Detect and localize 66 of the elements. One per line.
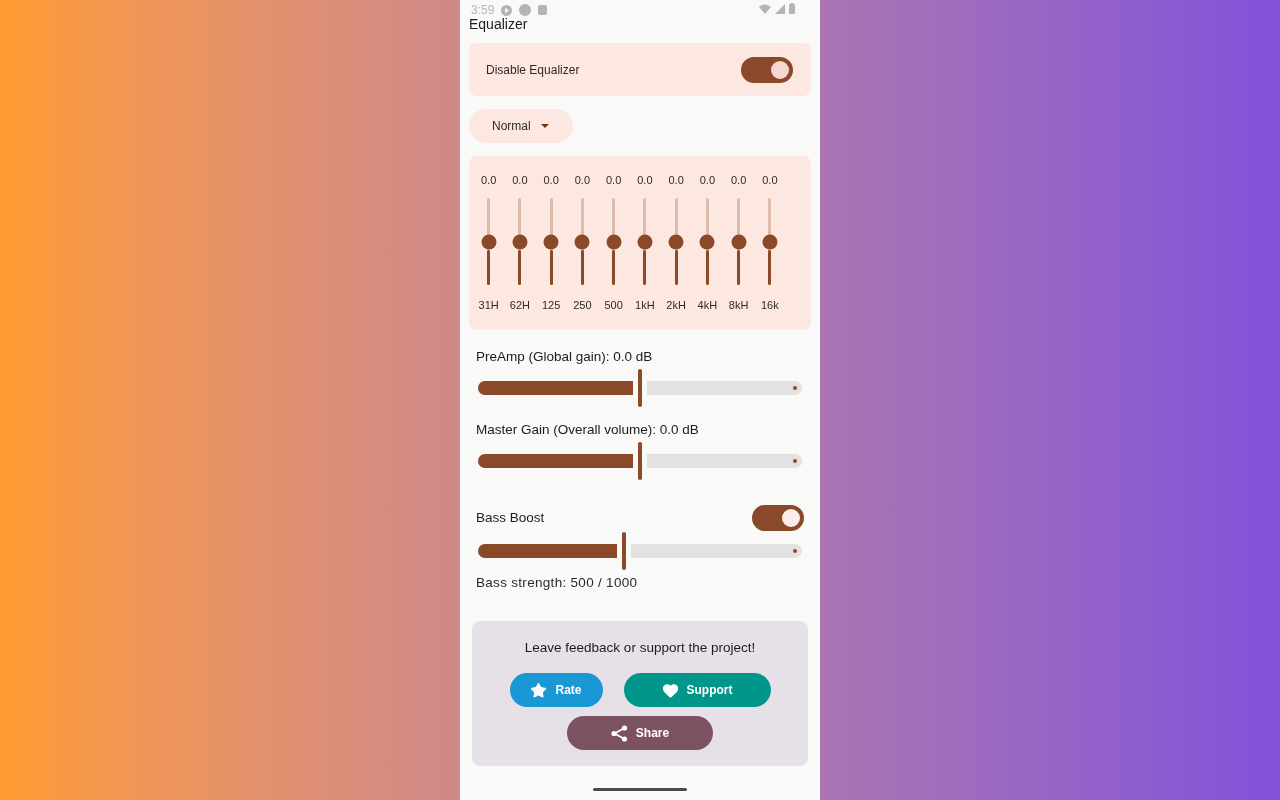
setting-label: Disable Equalizer — [486, 62, 580, 77]
dot-icon — [519, 4, 532, 16]
band-frequency-label: 62H — [509, 299, 530, 312]
band-frequency-label: 16k — [761, 299, 779, 312]
band-frequency-label: 1kH — [635, 299, 655, 312]
band-frequency-label: 2kH — [666, 299, 686, 312]
slider-thumb[interactable] — [637, 234, 653, 249]
slider-fill — [674, 249, 678, 285]
band-gain-value: 0.0 — [699, 174, 715, 187]
feedback-message: Leave feedback or support the project! — [524, 640, 756, 656]
slider-fill — [487, 249, 491, 285]
slider-fill — [705, 249, 709, 285]
slider-thumb[interactable] — [731, 234, 747, 249]
notification-icon — [538, 5, 548, 15]
band-gain-value: 0.0 — [605, 174, 622, 187]
toggle-switch[interactable] — [741, 56, 793, 83]
band-frequency-label: 250 — [573, 299, 592, 312]
slider-thumb[interactable] — [699, 234, 715, 249]
slider-fill — [612, 249, 616, 285]
band-gain-value: 0.0 — [574, 174, 590, 187]
band-gain-value: 0.0 — [762, 174, 778, 187]
band-gain-value: 0.0 — [480, 174, 497, 187]
preset-dropdown[interactable]: Normal — [469, 109, 573, 143]
master-gain-label: Master Gain (Overall volume): 0.0 dB — [476, 422, 700, 438]
switch-thumb — [782, 509, 800, 527]
slider-fill — [518, 249, 522, 285]
band-frequency-label: 4kH — [697, 299, 718, 312]
switch-thumb — [771, 60, 789, 79]
band-gain-value: 0.0 — [512, 174, 528, 187]
slider-fill — [643, 249, 647, 285]
play-circle-icon — [501, 4, 513, 16]
share-button[interactable]: Share — [567, 716, 713, 750]
slider-thumb[interactable] — [762, 234, 778, 249]
slider-fill — [737, 249, 741, 285]
band-frequency-label: 500 — [604, 299, 623, 312]
slider-fill — [768, 249, 772, 285]
rate-button[interactable]: Rate — [509, 673, 603, 707]
status-time: 3:59 — [471, 3, 495, 17]
caret-icon — [540, 124, 549, 128]
star-icon — [530, 681, 548, 699]
heart-icon — [661, 681, 679, 699]
bass-strength-reading: Bass strength: 500 / 1000 — [476, 575, 639, 591]
share-icon — [610, 724, 628, 742]
preamp-label: PreAmp (Global gain): 0.0 dB — [476, 349, 654, 365]
slider-thumb[interactable] — [512, 234, 528, 249]
slider-thumb[interactable] — [574, 234, 590, 249]
band-gain-value: 0.0 — [668, 174, 684, 187]
bass-boost-label: Bass Boost — [476, 510, 545, 526]
band-gain-value: 0.0 — [637, 174, 653, 187]
slider-fill — [580, 249, 584, 285]
slider-thumb[interactable] — [481, 234, 497, 249]
band-gain-value: 0.0 — [730, 174, 747, 187]
band-gain-value: 0.0 — [543, 174, 559, 187]
page-title: Equalizer — [469, 17, 529, 31]
signal-icon — [775, 3, 785, 14]
slider-fill — [549, 249, 553, 285]
battery-icon — [789, 3, 795, 14]
slider-thumb[interactable] — [668, 234, 684, 249]
toggle-switch[interactable] — [752, 505, 804, 531]
band-frequency-label: 125 — [541, 299, 561, 312]
slider-thumb[interactable] — [543, 234, 559, 249]
band-frequency-label: 31H — [478, 299, 499, 312]
support-button[interactable]: Support — [623, 673, 771, 707]
slider-thumb[interactable] — [606, 234, 622, 249]
wifi-icon — [759, 3, 771, 14]
band-frequency-label: 8kH — [728, 299, 749, 312]
